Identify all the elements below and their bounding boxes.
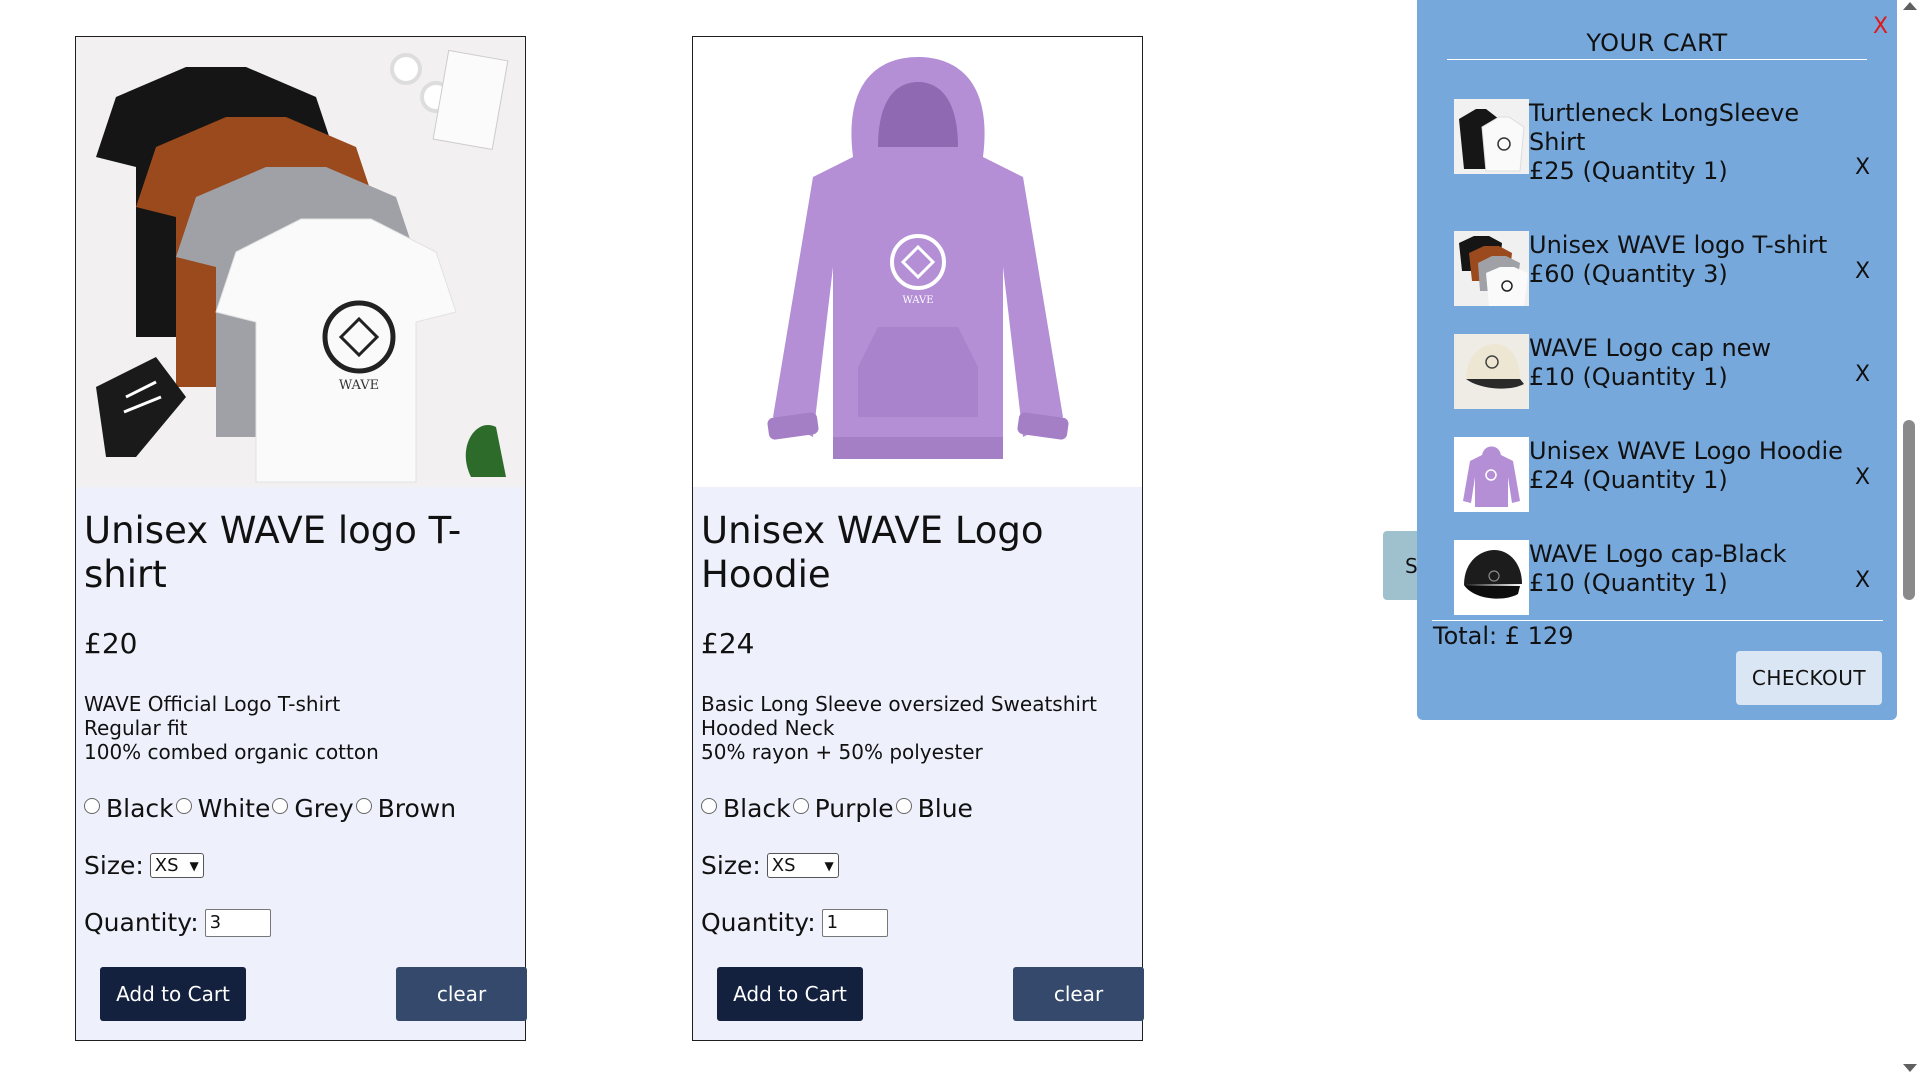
hoodie-product-image: WAVE (693, 37, 1142, 487)
tshirt-thumb (1454, 231, 1529, 306)
product-description: Basic Long Sleeve oversized Sweatshirt H… (701, 692, 1098, 764)
product-price: £24 (701, 627, 755, 660)
size-select[interactable]: XS ▼ (766, 853, 839, 878)
radio-button[interactable] (701, 797, 717, 814)
clear-button[interactable]: clear (1013, 967, 1144, 1021)
product-title: Unisex WAVE Logo Hoodie (701, 509, 1044, 596)
quantity-label: Quantity: (701, 908, 816, 937)
product-description: WAVE Official Logo T-shirt Regular fit 1… (84, 692, 379, 764)
svg-text:WAVE: WAVE (339, 378, 379, 393)
size-label: Size: (84, 851, 144, 880)
cart-item-name: Unisex WAVE logo T-shirt (1529, 231, 1828, 259)
divider (1432, 620, 1883, 621)
radio-button[interactable] (355, 797, 372, 814)
size-label: Size: (701, 851, 761, 880)
scroll-up-icon[interactable] (1903, 2, 1917, 10)
cart-total: Total: £ 129 (1433, 622, 1574, 650)
hoodie-thumb (1454, 437, 1529, 512)
cart-item-name: Turtleneck LongSleeve Shirt (1529, 99, 1800, 156)
remove-item-button[interactable]: X (1855, 155, 1870, 180)
quantity-label: Quantity: (84, 908, 199, 937)
scroll-down-icon[interactable] (1903, 1064, 1917, 1072)
cart-title: YOUR CART (1586, 29, 1728, 57)
color-option-white[interactable]: White (175, 794, 270, 823)
radio-button[interactable] (792, 797, 809, 814)
cream-cap-thumb (1454, 334, 1529, 409)
product-card-hoodie: WAVE Unisex WAVE Logo Hoodie £24 Basic L… (692, 36, 1144, 1041)
quantity-row: Quantity: 3 (84, 908, 517, 937)
cart-item-name: WAVE Logo cap new (1529, 334, 1772, 362)
cart-item-name: Unisex WAVE Logo Hoodie (1529, 437, 1843, 465)
quantity-input[interactable]: 3 (204, 908, 271, 937)
color-option-black[interactable]: Black (84, 794, 174, 823)
cart-item-price: £25 (Quantity 1) (1529, 157, 1728, 185)
radio-button[interactable] (272, 797, 289, 814)
svg-text:WAVE: WAVE (902, 295, 933, 306)
cart-panel: X YOUR CART Turtleneck LongSleeve Shirt … (1417, 0, 1897, 720)
quantity-input[interactable]: 1 (821, 908, 888, 937)
cart-item-name: WAVE Logo cap-Black (1529, 540, 1787, 568)
color-option-blue[interactable]: Blue (895, 794, 973, 823)
add-to-cart-button[interactable]: Add to Cart (100, 967, 246, 1021)
tshirts-product-image: WAVE (76, 37, 525, 487)
cart-item-price: £24 (Quantity 1) (1529, 466, 1728, 494)
cart-item-price: £10 (Quantity 1) (1529, 363, 1728, 391)
product-price: £20 (84, 627, 138, 660)
chevron-down-icon: ▼ (189, 858, 199, 873)
cart-item-price: £10 (Quantity 1) (1529, 569, 1728, 597)
radio-button[interactable] (84, 797, 100, 814)
color-options: Black White Grey Brown (84, 794, 517, 823)
product-card-tshirt: WAVE Unisex WAVE logo T-shirt £20 WAVE O… (75, 36, 527, 1041)
checkout-button[interactable]: CHECKOUT (1736, 651, 1882, 705)
color-option-purple[interactable]: Purple (792, 794, 894, 823)
divider (1447, 59, 1867, 60)
scrollbar-thumb[interactable] (1903, 420, 1915, 600)
cart-item-price: £60 (Quantity 3) (1529, 260, 1728, 288)
remove-item-button[interactable]: X (1855, 259, 1870, 284)
radio-button[interactable] (175, 797, 192, 814)
size-select[interactable]: XS ▼ (149, 853, 204, 878)
chevron-down-icon: ▼ (824, 858, 834, 873)
black-cap-thumb (1454, 540, 1529, 615)
size-row: Size: XS ▼ (701, 851, 1134, 880)
color-options: Black Purple Blue (701, 794, 1134, 823)
turtleneck-thumb (1454, 99, 1529, 174)
clear-button[interactable]: clear (396, 967, 527, 1021)
radio-button[interactable] (895, 797, 912, 814)
quantity-row: Quantity: 1 (701, 908, 1134, 937)
product-title: Unisex WAVE logo T-shirt (84, 509, 462, 596)
color-option-brown[interactable]: Brown (355, 794, 456, 823)
size-row: Size: XS ▼ (84, 851, 517, 880)
remove-item-button[interactable]: X (1855, 465, 1870, 490)
color-option-grey[interactable]: Grey (272, 794, 354, 823)
color-option-black[interactable]: Black (701, 794, 791, 823)
remove-item-button[interactable]: X (1855, 568, 1870, 593)
remove-item-button[interactable]: X (1855, 362, 1870, 387)
add-to-cart-button[interactable]: Add to Cart (717, 967, 863, 1021)
